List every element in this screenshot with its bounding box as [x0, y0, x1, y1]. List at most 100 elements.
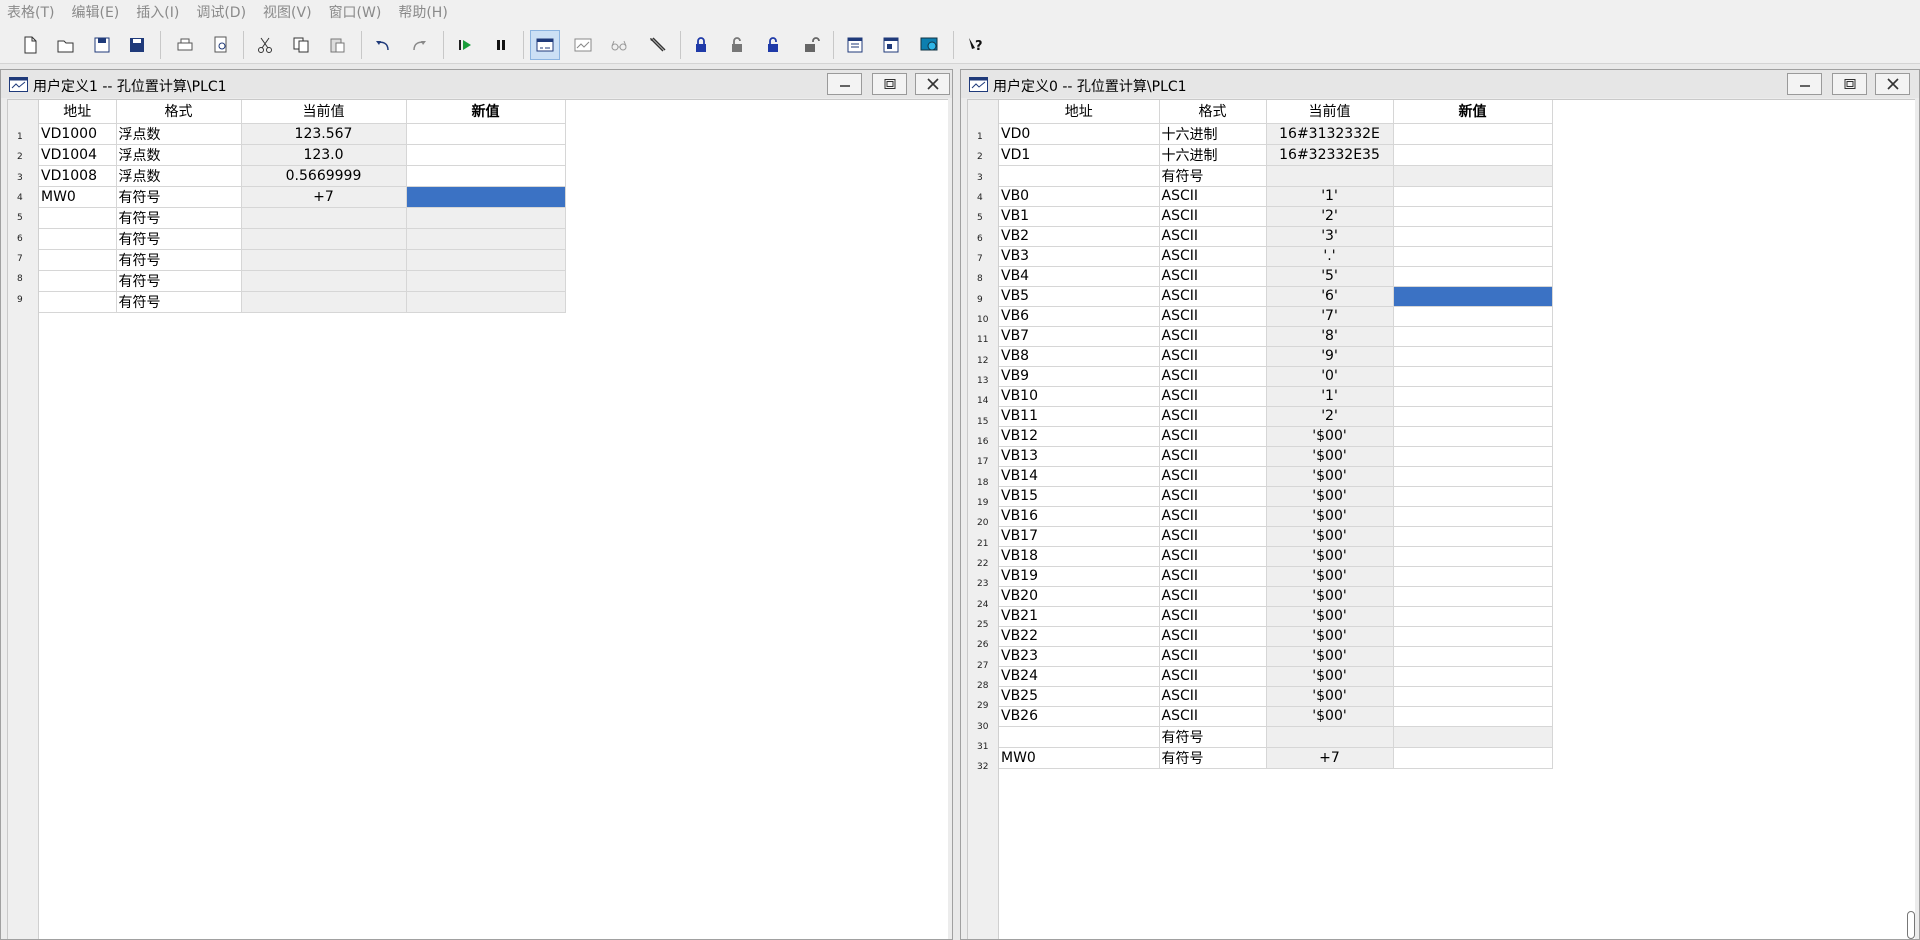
- new-value-cell[interactable]: [1393, 466, 1553, 487]
- format-cell[interactable]: ASCII: [1159, 226, 1267, 247]
- close-button[interactable]: [915, 73, 950, 95]
- format-cell[interactable]: ASCII: [1159, 206, 1267, 227]
- table-row[interactable]: VB13 ASCII '$00': [999, 446, 1553, 467]
- address-cell[interactable]: VB24: [999, 666, 1160, 687]
- address-cell[interactable]: MW0: [39, 186, 117, 208]
- table-row[interactable]: VB24 ASCII '$00': [999, 666, 1553, 687]
- new-value-cell[interactable]: [1393, 586, 1553, 607]
- new-value-cell[interactable]: [406, 186, 566, 208]
- format-cell[interactable]: 浮点数: [116, 165, 242, 187]
- table-row[interactable]: VB26 ASCII '$00': [999, 706, 1553, 727]
- new-value-cell[interactable]: [1393, 165, 1553, 187]
- address-cell[interactable]: VB14: [999, 466, 1160, 487]
- new-value-cell[interactable]: [1393, 646, 1553, 667]
- address-cell[interactable]: VB10: [999, 386, 1160, 407]
- new-value-cell[interactable]: [406, 291, 566, 313]
- table-row[interactable]: VD1 十六进制 16#32332E35: [999, 144, 1553, 166]
- menu-table[interactable]: 表格(T): [7, 2, 54, 22]
- table-row[interactable]: VB23 ASCII '$00': [999, 646, 1553, 667]
- new-value-cell[interactable]: [1393, 446, 1553, 467]
- table-row[interactable]: VD1000 浮点数 123.567: [39, 123, 566, 145]
- table-row[interactable]: VB11 ASCII '2': [999, 406, 1553, 427]
- new-value-cell[interactable]: [1393, 226, 1553, 247]
- read-all-icon[interactable]: [840, 30, 870, 60]
- new-value-cell[interactable]: [1393, 206, 1553, 227]
- monitor-icon[interactable]: [914, 30, 944, 60]
- column-header-format[interactable]: 格式: [1159, 100, 1267, 124]
- table-row[interactable]: 有符号: [39, 291, 566, 313]
- table-row[interactable]: VB4 ASCII '5': [999, 266, 1553, 287]
- maximize-button[interactable]: [872, 73, 907, 95]
- table-row[interactable]: MW0 有符号 +7: [999, 747, 1553, 769]
- format-cell[interactable]: 有符号: [116, 270, 242, 292]
- address-cell[interactable]: VB12: [999, 426, 1160, 447]
- format-cell[interactable]: ASCII: [1159, 506, 1267, 527]
- address-cell[interactable]: VD1004: [39, 144, 117, 166]
- format-cell[interactable]: 有符号: [1159, 165, 1267, 187]
- open-folder-icon[interactable]: [51, 30, 81, 60]
- menu-view[interactable]: 视图(V): [263, 2, 312, 22]
- format-cell[interactable]: 有符号: [116, 249, 242, 271]
- new-value-cell[interactable]: [1393, 286, 1553, 307]
- format-cell[interactable]: 有符号: [116, 291, 242, 313]
- address-cell[interactable]: VB26: [999, 706, 1160, 727]
- new-value-cell[interactable]: [1393, 306, 1553, 327]
- new-value-cell[interactable]: [1393, 546, 1553, 567]
- table-row[interactable]: VB14 ASCII '$00': [999, 466, 1553, 487]
- table-row[interactable]: VB25 ASCII '$00': [999, 686, 1553, 707]
- address-cell[interactable]: VB0: [999, 186, 1160, 207]
- maximize-button[interactable]: [1832, 73, 1867, 95]
- address-cell[interactable]: VB4: [999, 266, 1160, 287]
- format-cell[interactable]: 十六进制: [1159, 144, 1267, 166]
- format-cell[interactable]: ASCII: [1159, 186, 1267, 207]
- address-cell[interactable]: MW0: [999, 747, 1160, 769]
- format-cell[interactable]: ASCII: [1159, 426, 1267, 447]
- address-cell[interactable]: VB6: [999, 306, 1160, 327]
- new-value-cell[interactable]: [406, 144, 566, 166]
- table-row[interactable]: VB1 ASCII '2': [999, 206, 1553, 227]
- table-row[interactable]: VB0 ASCII '1': [999, 186, 1553, 207]
- format-cell[interactable]: ASCII: [1159, 566, 1267, 587]
- new-value-cell[interactable]: [1393, 326, 1553, 347]
- format-cell[interactable]: ASCII: [1159, 446, 1267, 467]
- new-value-cell[interactable]: [1393, 566, 1553, 587]
- format-cell[interactable]: 有符号: [116, 207, 242, 229]
- column-header-current-value[interactable]: 当前值: [1266, 100, 1394, 124]
- close-button[interactable]: [1875, 73, 1910, 95]
- address-cell[interactable]: VB1: [999, 206, 1160, 227]
- table-row[interactable]: VB15 ASCII '$00': [999, 486, 1553, 507]
- table-row[interactable]: 有符号: [39, 270, 566, 292]
- format-cell[interactable]: ASCII: [1159, 246, 1267, 267]
- address-cell[interactable]: [39, 291, 117, 313]
- address-cell[interactable]: VB16: [999, 506, 1160, 527]
- address-cell[interactable]: VB18: [999, 546, 1160, 567]
- format-cell[interactable]: ASCII: [1159, 406, 1267, 427]
- new-value-cell[interactable]: [1393, 747, 1553, 769]
- address-cell[interactable]: VB20: [999, 586, 1160, 607]
- resize-grip[interactable]: [1907, 911, 1915, 939]
- column-header-address[interactable]: 地址: [39, 100, 117, 124]
- address-cell[interactable]: VB21: [999, 606, 1160, 627]
- new-value-cell[interactable]: [1393, 426, 1553, 447]
- print-preview-icon[interactable]: [206, 30, 236, 60]
- format-cell[interactable]: ASCII: [1159, 546, 1267, 567]
- format-cell[interactable]: 有符号: [1159, 726, 1267, 748]
- copy-icon[interactable]: [286, 30, 316, 60]
- format-cell[interactable]: ASCII: [1159, 266, 1267, 287]
- menu-help[interactable]: 帮助(H): [398, 2, 447, 22]
- address-cell[interactable]: VB8: [999, 346, 1160, 367]
- format-cell[interactable]: 有符号: [116, 186, 242, 208]
- address-cell[interactable]: VD1000: [39, 123, 117, 145]
- table-row[interactable]: 有符号: [39, 249, 566, 271]
- format-cell[interactable]: 有符号: [1159, 747, 1267, 769]
- address-cell[interactable]: VB5: [999, 286, 1160, 307]
- glasses-icon[interactable]: [604, 30, 634, 60]
- window-title-bar[interactable]: 用户定义1 -- 孔位置计算\PLC1: [1, 70, 952, 98]
- new-file-icon[interactable]: [15, 30, 45, 60]
- write-all-icon[interactable]: [876, 30, 906, 60]
- unforce-icon[interactable]: [795, 30, 825, 60]
- table-row[interactable]: VB18 ASCII '$00': [999, 546, 1553, 567]
- new-value-cell[interactable]: [1393, 386, 1553, 407]
- new-value-cell[interactable]: [1393, 706, 1553, 727]
- format-cell[interactable]: ASCII: [1159, 346, 1267, 367]
